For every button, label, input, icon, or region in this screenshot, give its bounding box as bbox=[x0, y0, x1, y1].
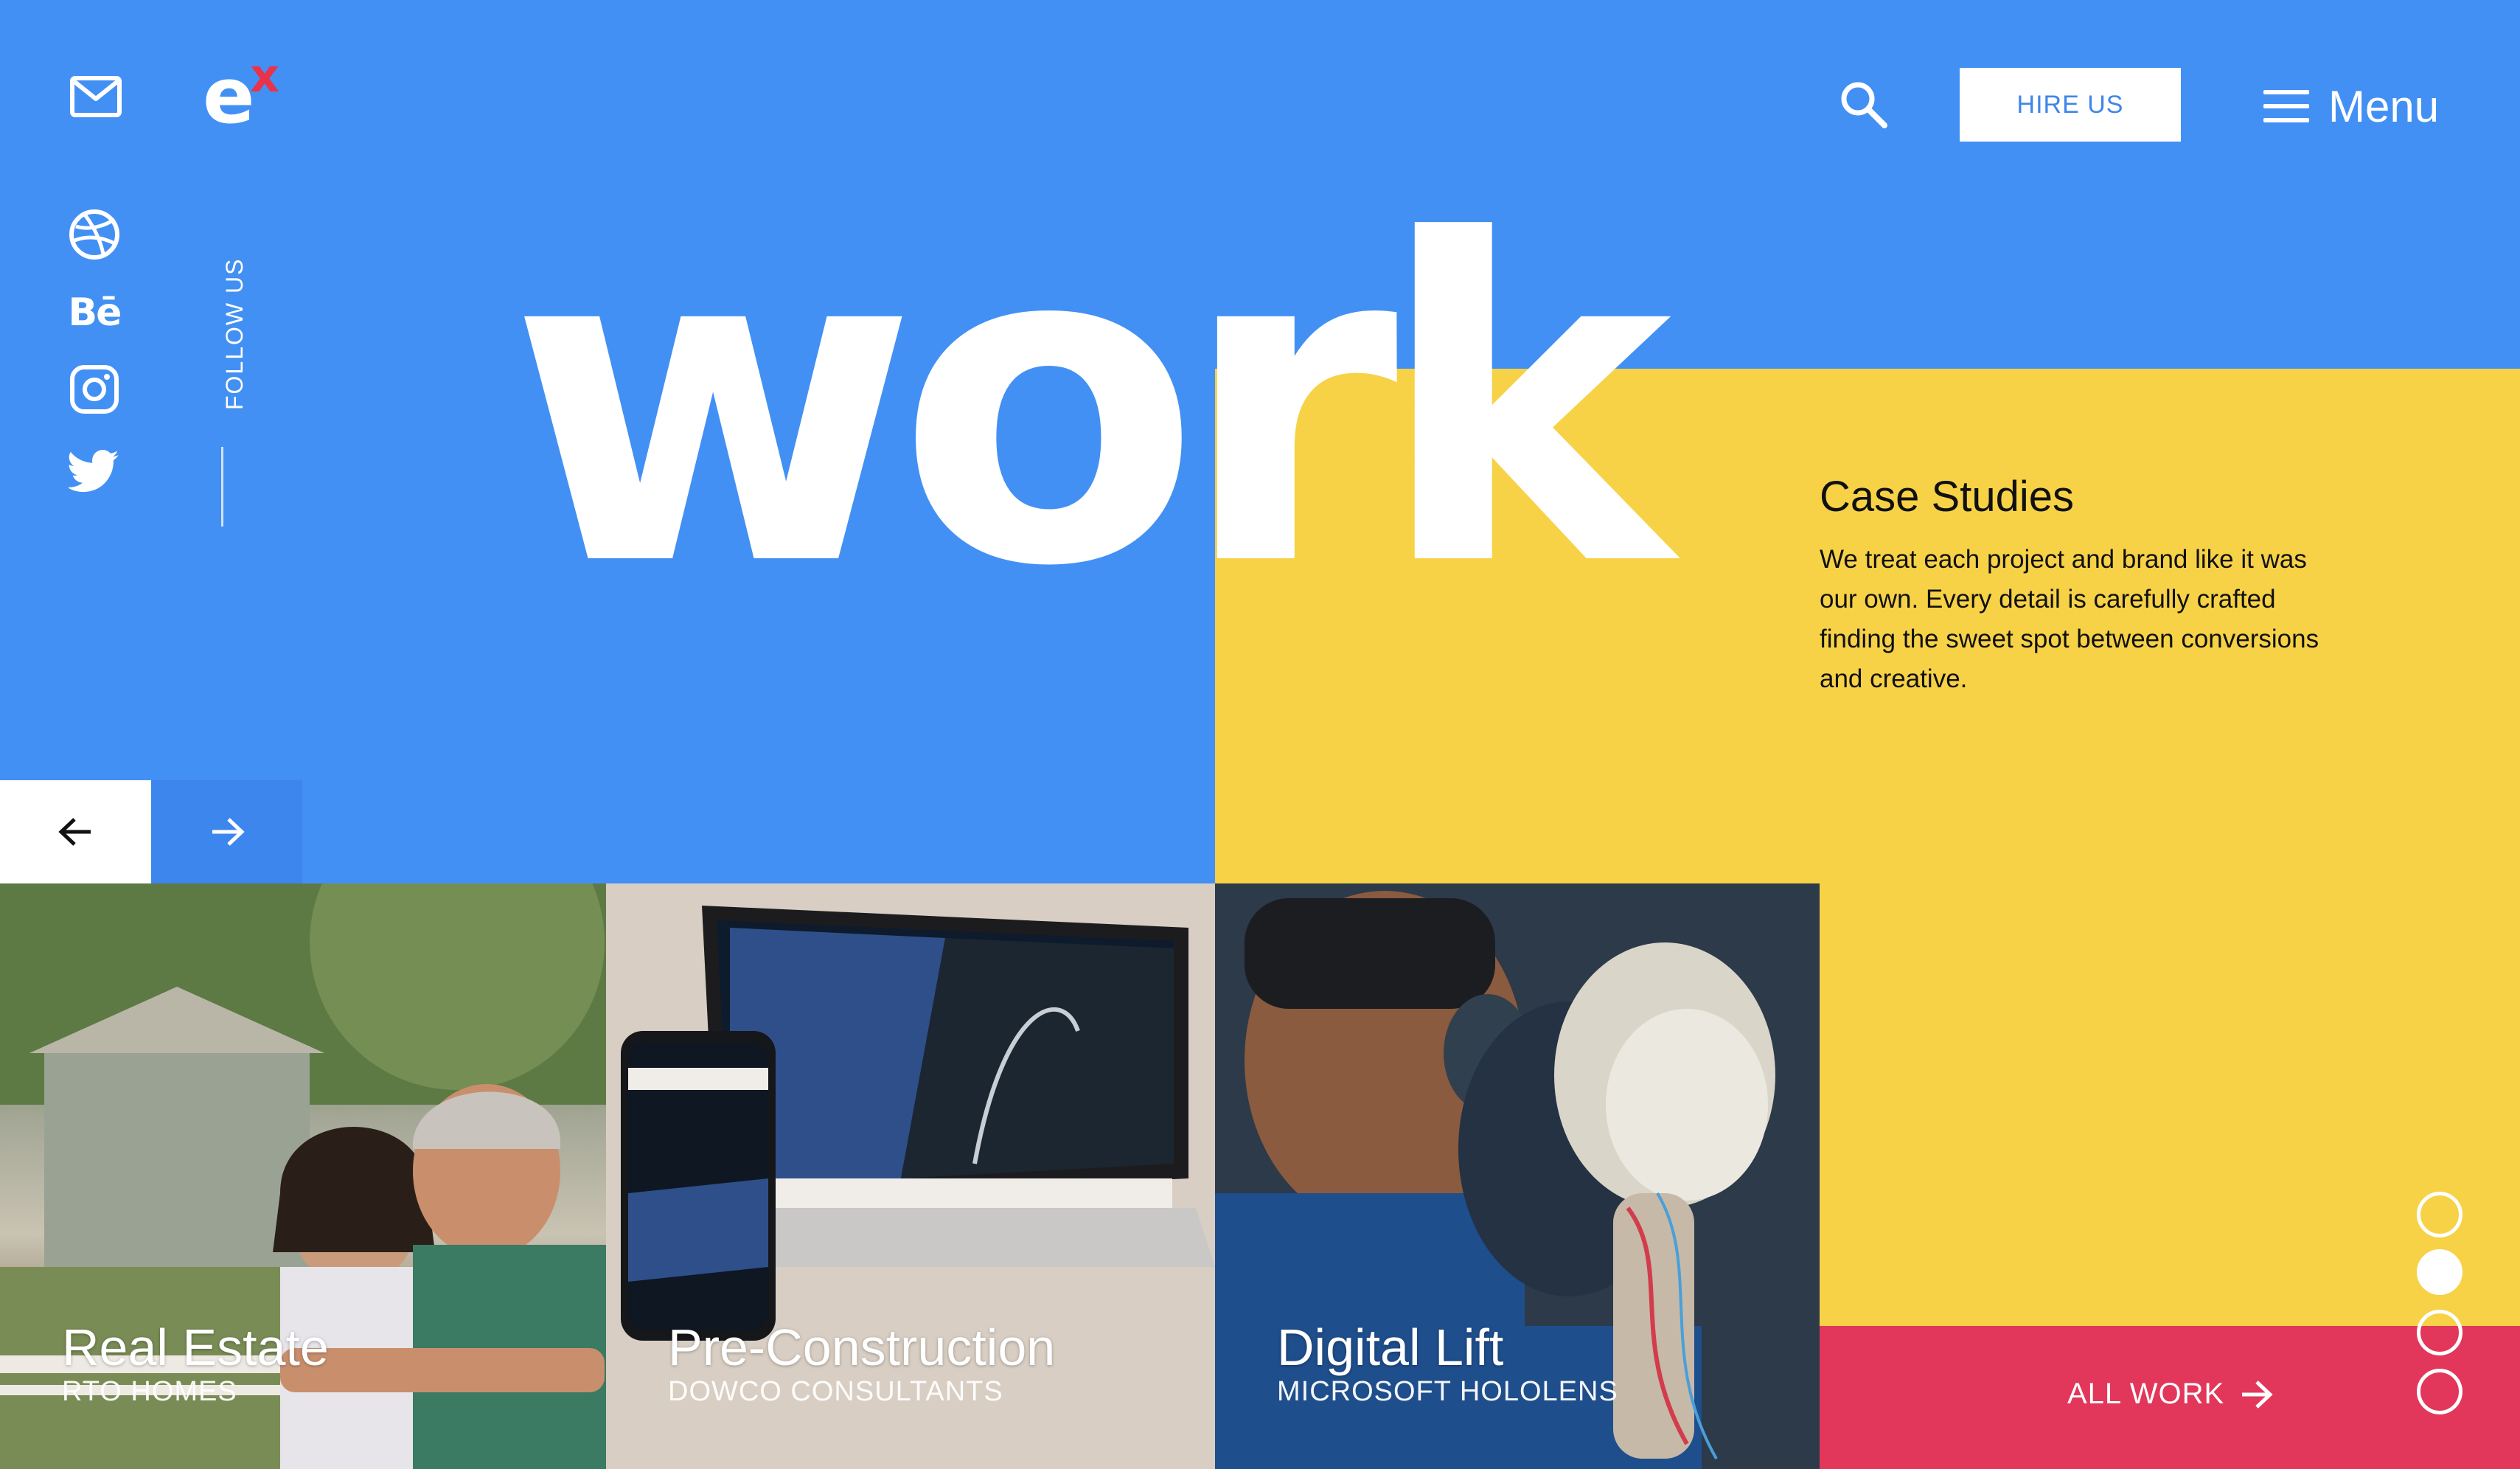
card-title: Pre-Construction bbox=[668, 1319, 1056, 1376]
dribbble-icon[interactable] bbox=[68, 208, 121, 261]
previous-button[interactable] bbox=[0, 780, 151, 883]
menu-button[interactable]: Menu bbox=[2263, 77, 2439, 136]
card-subtitle: DOWCO CONSULTANTS bbox=[668, 1376, 1003, 1407]
case-card-digital-lift[interactable]: Digital Lift MICROSOFT HOLOLENS bbox=[1215, 883, 1820, 1469]
search-icon[interactable] bbox=[1839, 80, 1889, 130]
all-work-link[interactable]: ALL WORK bbox=[2067, 1378, 2273, 1411]
menu-label: Menu bbox=[2328, 81, 2440, 131]
logo-accent: x bbox=[250, 49, 279, 103]
pagination-dot[interactable] bbox=[2417, 1310, 2462, 1355]
hamburger-icon bbox=[2263, 90, 2309, 122]
card-subtitle: MICROSOFT HOLOLENS bbox=[1277, 1376, 1618, 1407]
hero-headline: work bbox=[509, 147, 1671, 663]
card-label: Digital Lift MICROSOFT HOLOLENS bbox=[1277, 1322, 1618, 1406]
twitter-icon[interactable] bbox=[68, 445, 121, 499]
card-label: Pre-Construction DOWCO CONSULTANTS bbox=[668, 1322, 1055, 1406]
follow-us-label: FOLLOW US bbox=[221, 257, 248, 410]
arrow-right-icon bbox=[2242, 1380, 2273, 1409]
logo-letter: e bbox=[203, 51, 255, 141]
mail-icon[interactable] bbox=[69, 74, 122, 119]
next-button[interactable] bbox=[151, 780, 302, 883]
card-title: Real Estate bbox=[62, 1319, 329, 1376]
card-title: Digital Lift bbox=[1277, 1319, 1504, 1376]
pagination-dot[interactable] bbox=[2417, 1369, 2462, 1414]
follow-divider bbox=[221, 447, 223, 527]
hire-us-button[interactable]: HIRE US bbox=[1960, 68, 2181, 142]
card-label: Real Estate RTO HOMES bbox=[62, 1322, 329, 1406]
case-card-pre-construction[interactable]: Pre-Construction DOWCO CONSULTANTS bbox=[606, 883, 1215, 1469]
pagination-dot[interactable] bbox=[2417, 1192, 2462, 1237]
logo[interactable]: ex bbox=[203, 53, 279, 135]
case-studies-description: We treat each project and brand like it … bbox=[1820, 545, 2319, 693]
pagination-dot-active[interactable] bbox=[2417, 1249, 2462, 1295]
instagram-icon[interactable] bbox=[68, 363, 121, 416]
all-work-label: ALL WORK bbox=[2067, 1378, 2225, 1410]
case-card-real-estate[interactable]: Real Estate RTO HOMES bbox=[0, 883, 606, 1469]
arrow-left-icon bbox=[58, 818, 91, 846]
card-subtitle: RTO HOMES bbox=[62, 1376, 237, 1407]
case-studies-title: Case Studies bbox=[1820, 473, 2074, 521]
behance-icon[interactable]: Bē bbox=[68, 286, 122, 339]
arrow-right-icon bbox=[212, 818, 245, 846]
